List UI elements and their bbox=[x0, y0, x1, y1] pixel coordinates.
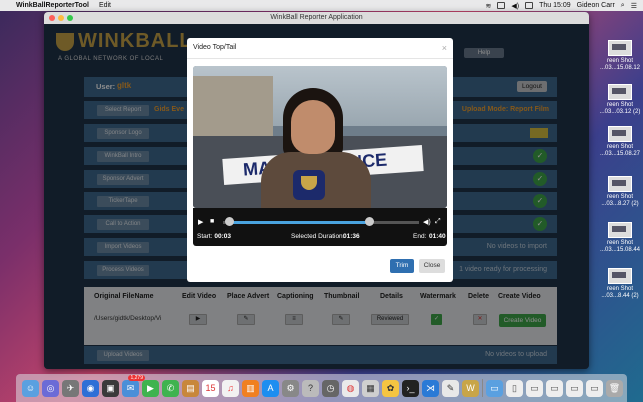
winkball-icon[interactable]: W bbox=[462, 379, 479, 397]
start-label: Start: bbox=[197, 233, 213, 240]
messages-icon[interactable]: ✆ bbox=[162, 379, 179, 397]
menubar: WinkBallReporterTool Edit ≋ ◀) Thu 15:09… bbox=[0, 0, 643, 11]
trim-button[interactable]: Trim bbox=[390, 259, 414, 273]
menubar-app-name[interactable]: WinkBallReporterTool bbox=[16, 2, 89, 9]
screenshot-icon[interactable]: ▭ bbox=[526, 379, 543, 397]
itunes-icon[interactable]: ♫ bbox=[222, 379, 239, 397]
start-handle[interactable] bbox=[224, 217, 234, 226]
winkball-mic-icon bbox=[293, 170, 325, 200]
vscode-icon[interactable]: ⋊ bbox=[422, 379, 439, 397]
screenshot-icon[interactable]: ▭ bbox=[566, 379, 583, 397]
finder-icon[interactable]: ☺ bbox=[22, 379, 39, 397]
file-thumbnail-icon bbox=[608, 222, 632, 238]
launchpad-icon[interactable]: ✈ bbox=[62, 379, 79, 397]
close-button[interactable]: Close bbox=[419, 259, 445, 273]
display-icon[interactable] bbox=[497, 2, 506, 9]
battery-icon[interactable] bbox=[525, 2, 534, 9]
safari-icon[interactable]: ◉ bbox=[82, 379, 99, 397]
desktop-file[interactable]: reen Shot ...03...8.44 (2) bbox=[597, 268, 643, 300]
ibooks-icon[interactable]: ▥ bbox=[242, 379, 259, 397]
close-window-icon[interactable] bbox=[49, 15, 55, 21]
trash-icon[interactable]: 🗑 bbox=[606, 379, 623, 397]
textedit-icon[interactable]: ✎ bbox=[442, 379, 459, 397]
file-thumbnail-icon bbox=[608, 176, 632, 192]
fullscreen-icon[interactable]: ⤢ bbox=[435, 218, 441, 226]
calendar-icon[interactable]: 15 bbox=[202, 379, 219, 397]
facetime-icon[interactable]: ▶ bbox=[142, 379, 159, 397]
video-top-tail-modal: Video Top/Tail × MA OR SCIENCE ▶ ■ ◀) ⤢ … bbox=[187, 38, 453, 282]
chrome-icon[interactable]: ◍ bbox=[342, 379, 359, 397]
desktop-file[interactable]: reen Shot ...03...15.08.12 bbox=[597, 40, 643, 72]
app-store-icon[interactable]: A bbox=[262, 379, 279, 397]
end-label: End: bbox=[413, 233, 427, 240]
search-icon[interactable]: ⌕ bbox=[621, 2, 625, 10]
file-thumbnail-icon bbox=[608, 40, 632, 56]
menubar-user[interactable]: Gideon Carr bbox=[577, 2, 615, 9]
mail-icon[interactable]: ✉ 1,279 bbox=[122, 374, 145, 397]
folder-icon[interactable]: ▭ bbox=[486, 379, 503, 397]
menubar-status: ≋ ◀) Thu 15:09 Gideon Carr ⌕ ☰ bbox=[486, 2, 643, 10]
mail-badge: 1,279 bbox=[128, 374, 145, 381]
dock-divider bbox=[482, 379, 483, 397]
file-thumbnail-icon bbox=[608, 84, 632, 100]
seek-bar[interactable] bbox=[223, 221, 419, 224]
terminal-icon[interactable]: ›_ bbox=[402, 379, 419, 397]
volume-icon[interactable]: ◀) bbox=[423, 218, 431, 226]
video-controls: ▶ ■ ◀) ⤢ Start: 00:03 Selected Duration:… bbox=[193, 208, 447, 246]
duration-label: Selected Duration: bbox=[291, 233, 345, 240]
selected-range bbox=[228, 221, 369, 224]
dock: ☺ ◎ ✈ ◉ ▣ ✉ 1,279 ▶ ✆ ▤ 15 ♫ ▥ A ⚙ ? ◷ ◍ … bbox=[16, 374, 627, 402]
clock-icon[interactable]: ◷ bbox=[322, 379, 339, 397]
stop-icon[interactable]: ■ bbox=[210, 218, 214, 225]
end-handle[interactable] bbox=[364, 217, 374, 226]
window-title: WinkBall Reporter Application bbox=[270, 14, 363, 21]
help-icon[interactable]: ? bbox=[302, 379, 319, 397]
photos-icon[interactable]: ✿ bbox=[382, 379, 399, 397]
close-icon[interactable]: × bbox=[442, 38, 447, 58]
desktop-file[interactable]: reen Shot ...03...15.08.44 bbox=[597, 222, 643, 254]
time-readout: Start: 00:03 Selected Duration: 01:36 En… bbox=[197, 233, 446, 240]
modal-title: Video Top/Tail bbox=[193, 44, 237, 51]
video-preview[interactable]: MA OR SCIENCE bbox=[193, 66, 447, 208]
contacts-icon[interactable]: ▤ bbox=[182, 379, 199, 397]
file-thumbnail-icon bbox=[608, 268, 632, 284]
system-preferences-icon[interactable]: ⚙ bbox=[282, 379, 299, 397]
menubar-clock[interactable]: Thu 15:09 bbox=[539, 2, 571, 9]
window-titlebar[interactable]: WinkBall Reporter Application bbox=[44, 12, 589, 24]
play-icon[interactable]: ▶ bbox=[198, 218, 203, 226]
screenshot-icon[interactable]: ▭ bbox=[546, 379, 563, 397]
video-person-face bbox=[291, 100, 335, 154]
start-value: 00:03 bbox=[214, 233, 231, 240]
minimize-window-icon[interactable] bbox=[58, 15, 64, 21]
screenshot-icon[interactable]: ▭ bbox=[586, 379, 603, 397]
zoom-window-icon[interactable] bbox=[67, 15, 73, 21]
list-icon[interactable]: ☰ bbox=[631, 2, 637, 10]
desktop-file[interactable]: reen Shot ...03...03.12 (2) bbox=[597, 84, 643, 116]
end-value: 01:40 bbox=[429, 233, 446, 240]
desktop-file[interactable]: reen Shot ...03...15.08.27 bbox=[597, 126, 643, 158]
duration-value: 01:36 bbox=[343, 233, 360, 240]
menu-edit[interactable]: Edit bbox=[99, 2, 111, 9]
photo-booth-icon[interactable]: ▣ bbox=[102, 379, 119, 397]
siri-icon[interactable]: ◎ bbox=[42, 379, 59, 397]
document-icon[interactable]: ▯ bbox=[506, 379, 523, 397]
desktop-file[interactable]: reen Shot ...03...8.27 (2) bbox=[597, 176, 643, 208]
volume-icon[interactable]: ◀) bbox=[511, 2, 519, 10]
window-controls bbox=[49, 15, 73, 21]
wifi-icon[interactable]: ≋ bbox=[486, 2, 492, 10]
file-thumbnail-icon bbox=[608, 126, 632, 142]
preview-icon[interactable]: ▦ bbox=[362, 379, 379, 397]
modal-header: Video Top/Tail × bbox=[187, 38, 453, 59]
